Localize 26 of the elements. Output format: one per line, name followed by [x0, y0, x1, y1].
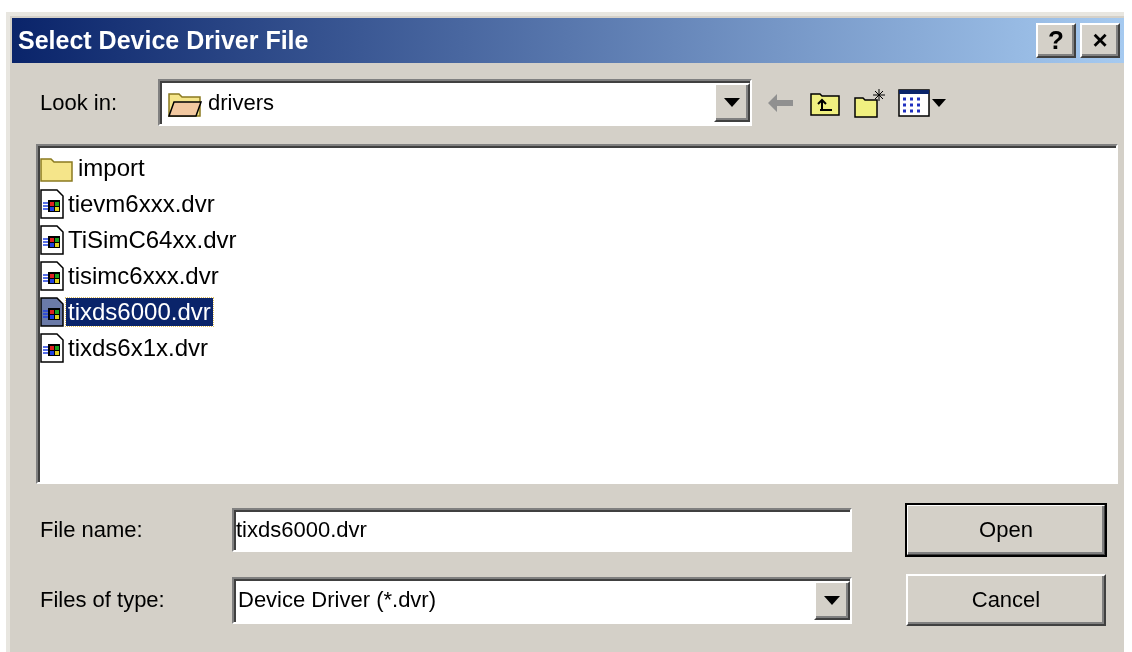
cancel-button[interactable]: Cancel [906, 574, 1106, 626]
file-item[interactable]: TiSimC64xx.dvr [66, 226, 239, 254]
driver-file-icon [40, 225, 64, 255]
caret-icon [724, 98, 740, 107]
file-type-label: Files of type: [40, 587, 166, 613]
new-folder-icon[interactable] [854, 87, 886, 118]
help-button[interactable]: ? [1036, 23, 1076, 58]
file-type-dropdown[interactable]: Device Driver (*.dvr) [232, 576, 852, 624]
driver-file-icon [40, 297, 64, 327]
driver-file-icon [40, 261, 64, 291]
close-button[interactable]: × [1080, 23, 1120, 58]
look-in-dropdown[interactable]: drivers [158, 79, 752, 126]
file-item[interactable]: tievm6xxx.dvr [66, 190, 217, 218]
file-item[interactable]: tisimc6xxx.dvr [66, 262, 221, 290]
window-title: Select Device Driver File [18, 26, 310, 55]
file-name-field[interactable]: tixds6000.dvr [232, 508, 852, 552]
caret-icon [824, 595, 840, 605]
look-in-label: Look in: [40, 89, 119, 116]
driver-file-icon [40, 189, 64, 219]
file-item[interactable]: import [76, 154, 147, 182]
view-menu-icon[interactable] [898, 88, 946, 117]
file-item[interactable]: tixds6000.dvr [66, 298, 213, 326]
open-button[interactable]: Open [906, 504, 1106, 556]
driver-file-icon [40, 333, 64, 363]
file-name-label: File name: [40, 517, 144, 543]
file-item[interactable]: tixds6x1x.dvr [66, 334, 211, 362]
